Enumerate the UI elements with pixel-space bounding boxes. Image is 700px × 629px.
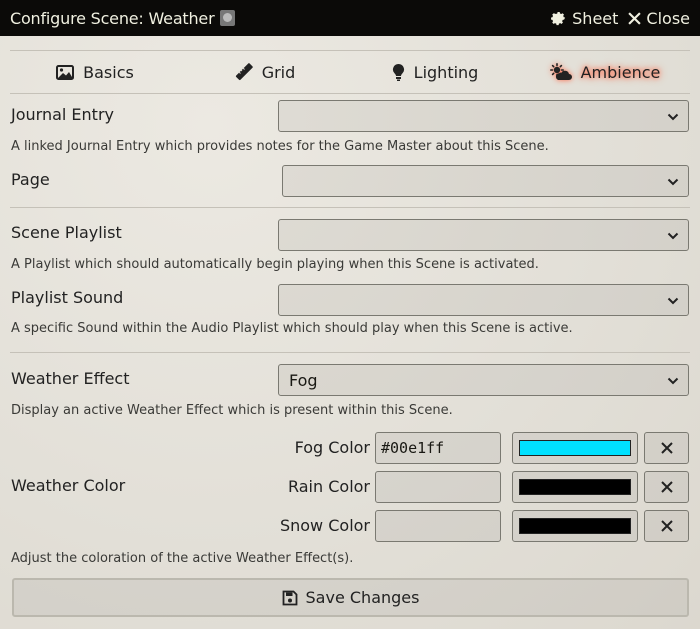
close-icon [660,520,673,532]
close-label: Close [646,8,690,28]
tab-lighting-label: Lighting [413,62,479,82]
weather-effect-label: Weather Effect [11,369,130,388]
save-changes-label: Save Changes [305,588,420,607]
divider [10,207,690,208]
rain-color-label: Rain Color [287,477,370,496]
weather-color-label: Weather Color [11,476,126,495]
journal-entry-label: Journal Entry [11,105,114,124]
fog-color-swatch [519,440,631,456]
snow-color-input[interactable] [375,510,501,542]
tab-basics-label: Basics [83,62,134,82]
rain-color-swatch [519,479,631,495]
scene-playlist-label: Scene Playlist [11,223,122,242]
close-icon [660,442,673,454]
chevron-down-icon [667,178,679,186]
chevron-down-icon [667,377,679,385]
close-icon [628,11,642,25]
weather-effect-hint: Display an active Weather Effect which i… [11,403,453,418]
rain-color-picker[interactable] [512,471,638,503]
window-header[interactable]: Configure Scene: Weather Sheet Close [0,0,700,36]
tab-grid[interactable]: Grid [180,51,350,93]
cloud-sun-icon [549,63,572,80]
playlist-sound-select[interactable] [278,284,689,316]
window-title: Configure Scene: Weather [10,9,540,28]
tab-basics[interactable]: Basics [10,51,180,93]
save-changes-button[interactable]: Save Changes [12,578,689,617]
tab-lighting[interactable]: Lighting [350,51,520,93]
tab-bar: Basics Grid Lighting Ambience [10,50,690,94]
sheet-button[interactable]: Sheet [550,9,618,28]
save-icon [282,590,297,605]
weather-effect-select[interactable]: Fog [278,364,689,396]
fog-color-input[interactable]: #00e1ff [375,432,501,464]
rain-color-input[interactable] [375,471,501,503]
chevron-down-icon [667,113,679,121]
journal-entry-select[interactable] [278,100,689,132]
weather-effect-value: Fog [289,370,318,390]
scene-config-window: Configure Scene: Weather Sheet Close Bas… [0,0,700,629]
image-icon [56,64,75,80]
tab-ambience-label: Ambience [580,62,661,82]
divider [10,352,690,353]
fog-color-picker[interactable] [512,432,638,464]
rain-color-clear-button[interactable] [644,471,689,503]
scene-playlist-select[interactable] [278,219,689,251]
book-icon [220,10,236,26]
scene-playlist-hint: A Playlist which should automatically be… [11,257,539,272]
fog-color-label: Fog Color [294,438,370,457]
gear-icon [551,11,566,25]
window-title-text: Configure Scene: Weather [10,8,215,28]
page-select[interactable] [282,165,689,197]
chevron-down-icon [667,297,679,305]
chevron-down-icon [667,232,679,240]
weather-color-hint: Adjust the coloration of the active Weat… [11,551,354,566]
snow-color-picker[interactable] [512,510,638,542]
snow-color-label: Snow Color [279,516,370,535]
close-button[interactable]: Close [628,9,690,28]
page-label: Page [11,170,50,189]
tab-ambience[interactable]: Ambience [520,51,690,93]
ruler-icon [235,63,253,81]
journal-entry-hint: A linked Journal Entry which provides no… [11,139,549,154]
fog-color-value: #00e1ff [381,439,445,457]
playlist-sound-hint: A specific Sound within the Audio Playli… [11,321,573,336]
snow-color-swatch [519,518,631,534]
playlist-sound-label: Playlist Sound [11,288,124,307]
fog-color-clear-button[interactable] [644,432,689,464]
lightbulb-icon [392,63,404,81]
snow-color-clear-button[interactable] [644,510,689,542]
sheet-label: Sheet [572,8,619,28]
tab-grid-label: Grid [261,62,296,82]
close-icon [660,481,673,493]
